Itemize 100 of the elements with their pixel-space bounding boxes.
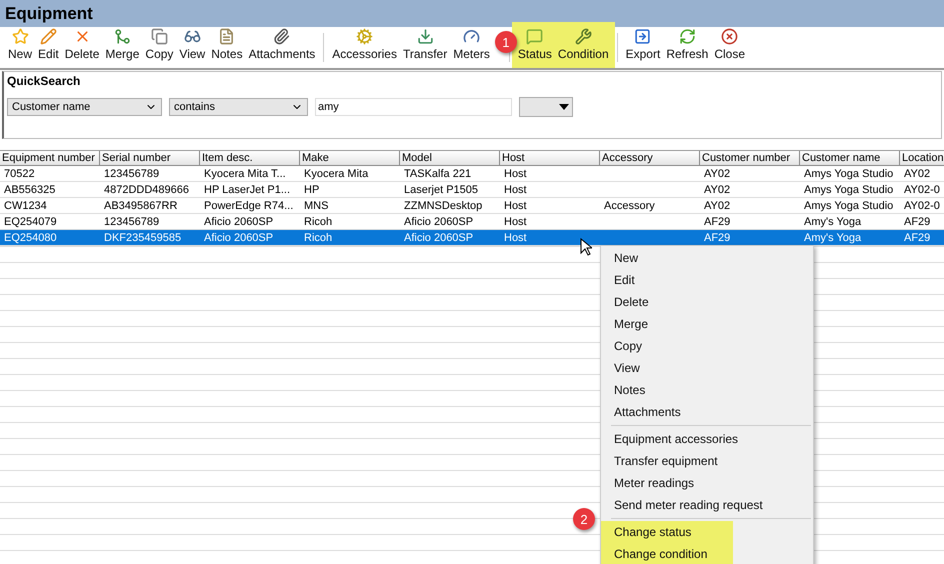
table-cell: EQ254080	[4, 232, 57, 244]
operator-dropdown[interactable]: contains	[169, 98, 308, 116]
table-cell: Amys Yoga Studio	[804, 168, 894, 180]
menu-item[interactable]: New	[601, 247, 813, 269]
menu-item[interactable]: Edit	[601, 269, 813, 291]
column-header[interactable]: Make	[300, 151, 400, 166]
table-cell: Aficio 2060SP	[204, 232, 274, 244]
column-header[interactable]: Location	[900, 151, 944, 166]
table-cell: Host	[504, 184, 527, 196]
toolbar-button[interactable]: Meters	[450, 27, 493, 68]
table-cell: Amy's Yoga	[804, 232, 862, 244]
table-cell: AY02-0	[904, 184, 940, 196]
table-cell: Kyocera Mita	[304, 168, 368, 180]
menu-item[interactable]: Meter readings	[601, 472, 813, 494]
toolbar-button[interactable]: Refresh	[663, 27, 712, 68]
window-title: Equipment	[0, 0, 944, 27]
column-header[interactable]: Host	[500, 151, 600, 166]
toolbar-button[interactable]: Attachments	[246, 27, 318, 68]
table-cell: Laserjet P1505	[404, 184, 478, 196]
close-icon	[721, 28, 738, 45]
menu-item[interactable]: Send meter reading request	[601, 494, 813, 516]
table-cell: EQ254079	[4, 216, 57, 228]
field-dropdown[interactable]: Customer name	[7, 98, 162, 116]
table-row[interactable]: EQ254079 123456789 Aficio 2060SP Ricoh Aficio 2060SP Host AF29 Amy's Yoga AF29	[0, 214, 944, 230]
menu-item[interactable]: Delete	[601, 291, 813, 313]
merge-icon	[114, 28, 131, 45]
table-cell: HP LaserJet P1...	[204, 184, 290, 196]
step-badge: 1	[494, 31, 517, 53]
toolbar-button[interactable]: Transfer	[400, 27, 450, 68]
toolbar-button[interactable]: Delete	[62, 27, 102, 68]
table-row[interactable]: 70522 123456789 Kyocera Mita T... Kyocera Mita TASKalfa 221 Host AY02 Amys Yoga Studio AY02	[0, 166, 944, 182]
menu-item[interactable]: Change status	[601, 521, 733, 543]
table-cell: HP	[304, 184, 320, 196]
table-cell: Aficio 2060SP	[404, 232, 474, 244]
speech-bubble-icon	[526, 28, 544, 45]
search-field[interactable]: amy	[315, 98, 512, 116]
table-cell: 4872DDD489666	[104, 184, 190, 196]
menu-item[interactable]: Transfer equipment	[601, 450, 813, 472]
column-header[interactable]: Serial number	[100, 151, 200, 166]
toolbar-button[interactable]: View	[176, 27, 208, 68]
table-cell: Ricoh	[304, 216, 332, 228]
toolbar-button[interactable]: Status	[514, 27, 555, 68]
toolbar-button[interactable]: Notes	[208, 27, 246, 68]
toolbar-button[interactable]: Merge	[102, 27, 142, 68]
table-cell: Host	[504, 168, 527, 180]
gear-icon	[356, 28, 374, 45]
table-cell: AF29	[704, 232, 730, 244]
menu-item[interactable]: Attachments	[601, 401, 813, 423]
menu-item[interactable]: Merge	[601, 313, 813, 335]
pencil-icon	[40, 28, 57, 45]
table-cell: AB556325	[4, 184, 56, 196]
table-row[interactable]: CW1234 AB3495867RR PowerEdge R74... MNS ZZMNSDesktop Host Accessory AY02 Amys Yoga Studio AY02-0	[0, 198, 944, 214]
toolbar-button[interactable]: Export	[622, 27, 664, 68]
table-row[interactable]: AB556325 4872DDD489666 HP LaserJet P1... HP Laserjet P1505 Host AY02 Amys Yoga Studio AY02-0	[0, 182, 944, 198]
table-cell: Amys Yoga Studio	[804, 200, 894, 212]
table-cell: Aficio 2060SP	[204, 216, 274, 228]
column-header[interactable]: Customer number	[700, 151, 800, 166]
gauge-icon	[463, 28, 480, 45]
table-cell: TASKalfa 221	[404, 168, 472, 180]
table-cell: Kyocera Mita T...	[204, 168, 286, 180]
column-header[interactable]: Model	[400, 151, 500, 166]
caret-icon	[559, 104, 569, 110]
wrench-icon	[574, 28, 592, 45]
table-cell: 70522	[4, 168, 35, 180]
toolbar-button[interactable]: New	[5, 27, 36, 68]
notes-icon	[218, 28, 236, 45]
menu-item[interactable]: Notes	[601, 379, 813, 401]
table-cell: AB3495867RR	[104, 200, 178, 212]
menu-item[interactable]: Change condition	[601, 543, 733, 564]
toolbar-button[interactable]: Accessories	[329, 27, 400, 68]
column-header[interactable]: Customer name	[800, 151, 900, 166]
toolbar-button[interactable]: Condition	[554, 27, 612, 68]
download-icon	[416, 28, 434, 45]
toolbar-button[interactable]: Close	[711, 27, 748, 68]
quicksearch-title: QuickSearch	[7, 74, 82, 88]
column-header[interactable]: Item desc.	[200, 151, 300, 166]
table-cell: 123456789	[104, 216, 160, 228]
table-cell: DKF235459585	[104, 232, 182, 244]
column-header[interactable]: Accessory	[600, 151, 700, 166]
toolbar-button[interactable]: Edit	[35, 27, 62, 68]
menu-item[interactable]: View	[601, 357, 813, 379]
table-cell: AF29	[904, 216, 930, 228]
table-cell: Host	[504, 200, 527, 212]
combo-dropdown[interactable]	[519, 97, 573, 117]
table-cell: Host	[504, 216, 527, 228]
menu-item[interactable]: Copy	[601, 335, 813, 357]
table-cell: ZZMNSDesktop	[404, 200, 482, 212]
menu-item[interactable]: Equipment accessories	[601, 428, 813, 450]
refresh-icon	[678, 28, 696, 45]
copy-icon	[150, 28, 168, 45]
table-cell: Amy's Yoga	[804, 216, 862, 228]
table-cell: AY02	[704, 200, 730, 212]
table-cell: AY02	[704, 184, 730, 196]
star-icon	[12, 28, 28, 45]
table-cell: MNS	[304, 200, 328, 212]
selected-row[interactable]: EQ254080 DKF235459585 Aficio 2060SP Ricoh Aficio 2060SP Host AF29 Amy's Yoga AF29	[0, 230, 944, 246]
column-header[interactable]: Equipment number	[0, 151, 100, 166]
table-cell: AY02	[904, 168, 930, 180]
toolbar-button[interactable]: Copy	[142, 27, 176, 68]
table-cell: Aficio 2060SP	[404, 216, 474, 228]
